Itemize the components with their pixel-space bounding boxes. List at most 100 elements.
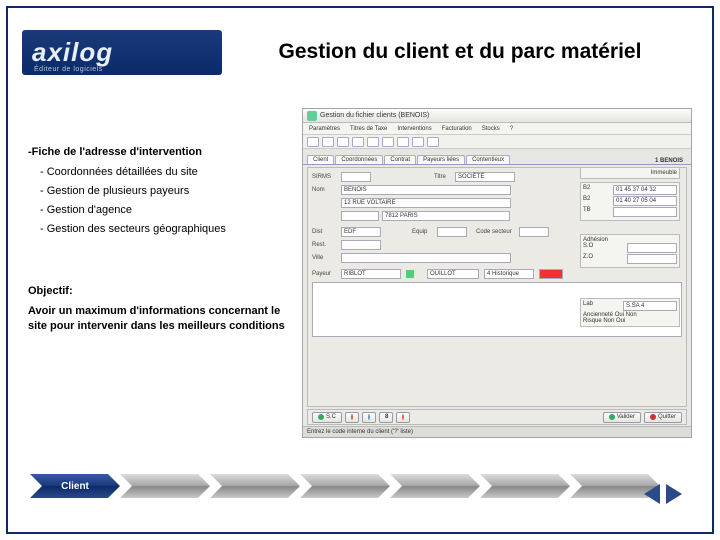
text-column: -Fiche de l'adresse d'intervention - Coo… xyxy=(28,108,288,452)
toolbar-icon[interactable] xyxy=(352,137,364,147)
toolbar-icon[interactable] xyxy=(307,137,319,147)
tab-payeurs[interactable]: Payeurs liées xyxy=(417,155,465,164)
field-label: Ville xyxy=(312,255,338,261)
objective-label: Objectif: xyxy=(28,285,288,297)
field-label: Code secteur xyxy=(476,229,516,235)
brand-logo: axilog Éditeur de logiciels xyxy=(22,30,222,75)
alert-indicator xyxy=(539,269,563,279)
lab-field[interactable]: S.SA 4 xyxy=(623,301,677,311)
sirms-field[interactable] xyxy=(341,172,371,182)
list-item: - Gestion des secteurs géographiques xyxy=(40,223,288,235)
field-label: Nom xyxy=(312,187,338,193)
toolbar-icon[interactable] xyxy=(427,137,439,147)
equip-field[interactable] xyxy=(437,227,467,237)
tab-contentieux[interactable]: Contentieux xyxy=(466,155,510,164)
section-heading: -Fiche de l'adresse d'intervention xyxy=(28,146,288,158)
toolbar-icon[interactable] xyxy=(367,137,379,147)
menubar: Paramètres Titres de Taxe Interventions … xyxy=(303,123,691,135)
field-label: Titre xyxy=(434,174,452,180)
field-label: Payeur xyxy=(312,271,338,277)
adhesion-box: Adhésion S.O Z.O xyxy=(580,234,680,268)
footer-icon-button[interactable]: 8 xyxy=(379,412,393,423)
ville2-field[interactable] xyxy=(341,253,511,263)
zo-field[interactable] xyxy=(627,254,677,264)
breadcrumb-step xyxy=(480,474,570,498)
footer-icon-button[interactable] xyxy=(396,412,410,423)
list-item: - Gestion d'agence xyxy=(40,204,288,216)
breadcrumb-step xyxy=(210,474,300,498)
menu-item[interactable]: Interventions xyxy=(397,126,431,132)
next-arrow-icon[interactable] xyxy=(666,484,682,504)
menu-item[interactable]: Facturation xyxy=(442,126,472,132)
page-title: Gestion du client et du parc matériel xyxy=(222,40,698,64)
phone-box: B201 45 37 04 32 B201 40 27 05 04 TB xyxy=(580,182,680,221)
slide-nav xyxy=(644,484,682,504)
cp-field[interactable] xyxy=(341,211,379,221)
toolbar xyxy=(303,135,691,149)
immeuble-box: Immeuble xyxy=(580,167,680,179)
app-screenshot: Gestion du fichier clients (BENOIS) Para… xyxy=(302,108,692,438)
menu-item[interactable]: Stocks xyxy=(482,126,500,132)
phone-field[interactable]: 01 45 37 04 32 xyxy=(613,185,677,195)
toolbar-icon[interactable] xyxy=(382,137,394,147)
field-label: Equip xyxy=(412,229,434,235)
breadcrumb-step xyxy=(390,474,480,498)
statusbar: Entrez le code interne du client ('?' li… xyxy=(303,426,691,437)
slide-frame: axilog Éditeur de logiciels Gestion du c… xyxy=(6,6,714,534)
prev-arrow-icon[interactable] xyxy=(644,484,660,504)
breadcrumb-step xyxy=(300,474,390,498)
phone-field[interactable]: 01 40 27 05 04 xyxy=(613,196,677,206)
toolbar-icon[interactable] xyxy=(397,137,409,147)
menu-item[interactable]: Paramètres xyxy=(309,126,340,132)
so-field[interactable] xyxy=(627,243,677,253)
risque-radio[interactable]: Risque Non Oui xyxy=(583,318,677,324)
header-id: 1 BENOIS xyxy=(655,158,687,164)
list-item: - Gestion de plusieurs payeurs xyxy=(40,185,288,197)
list-item: - Coordonnées détaillées du site xyxy=(40,166,288,178)
slide-header: axilog Éditeur de logiciels Gestion du c… xyxy=(22,22,698,82)
bullet-list: - Coordonnées détaillées du site - Gesti… xyxy=(28,166,288,235)
sc-button[interactable]: S.C xyxy=(312,412,342,423)
titre-field[interactable]: SOCIÉTÉ xyxy=(455,172,515,182)
menu-item[interactable]: ? xyxy=(510,126,513,132)
tb-field[interactable] xyxy=(613,207,677,217)
breadcrumb-step xyxy=(120,474,210,498)
window-title: Gestion du fichier clients (BENOIS) xyxy=(320,112,429,119)
valider-button[interactable]: Valider xyxy=(603,412,641,423)
field-label: Rest. xyxy=(312,242,338,248)
form-footer: S.C 8 Valider Quitter xyxy=(307,409,687,425)
toolbar-icon[interactable] xyxy=(412,137,424,147)
dist-field[interactable]: EDF xyxy=(341,227,381,237)
form-panel: SIRMS Titre SOCIÉTÉ Nom BENOIS 12 RUE VO… xyxy=(307,167,687,407)
box-title: Immeuble xyxy=(583,170,677,176)
tab-coordonnees[interactable]: Coordonnées xyxy=(335,155,383,164)
field-label: SIRMS xyxy=(312,174,338,180)
nom-field[interactable]: BENOIS xyxy=(341,185,511,195)
breadcrumb-label: Client xyxy=(30,474,120,498)
sect-field[interactable]: OUILLOT xyxy=(427,269,479,279)
ville-field[interactable]: 7812 PARIS xyxy=(382,211,510,221)
tab-contrat[interactable]: Contrat xyxy=(384,155,416,164)
tab-client[interactable]: Client xyxy=(307,155,334,164)
objective-text: Avoir un maximum d'informations concerna… xyxy=(28,304,288,334)
breadcrumb-trail: Client xyxy=(30,474,690,498)
toolbar-icon[interactable] xyxy=(337,137,349,147)
lab-box: LabS.SA 4 Ancienneté Oui Non Risque Non … xyxy=(580,298,680,327)
menu-item[interactable]: Titres de Taxe xyxy=(350,126,387,132)
search-icon[interactable] xyxy=(406,270,414,278)
codese-field[interactable] xyxy=(519,227,549,237)
quitter-button[interactable]: Quitter xyxy=(644,412,682,423)
payeur-field[interactable]: RIBLOT xyxy=(341,269,401,279)
brand-tagline: Éditeur de logiciels xyxy=(34,66,103,73)
adresse-field[interactable]: 12 RUE VOLTAIRE xyxy=(341,198,511,208)
window-titlebar: Gestion du fichier clients (BENOIS) xyxy=(303,109,691,123)
brand-name: axilog xyxy=(32,37,113,68)
toolbar-icon[interactable] xyxy=(322,137,334,147)
footer-icon-button[interactable] xyxy=(362,412,376,423)
rest-field[interactable] xyxy=(341,240,381,250)
tabstrip: Client Coordonnées Contrat Payeurs liées… xyxy=(303,149,691,165)
field-label: Dist xyxy=(312,229,338,235)
footer-icon-button[interactable] xyxy=(345,412,359,423)
histo-button[interactable]: 4 Historique xyxy=(484,269,534,279)
app-icon xyxy=(307,111,317,121)
